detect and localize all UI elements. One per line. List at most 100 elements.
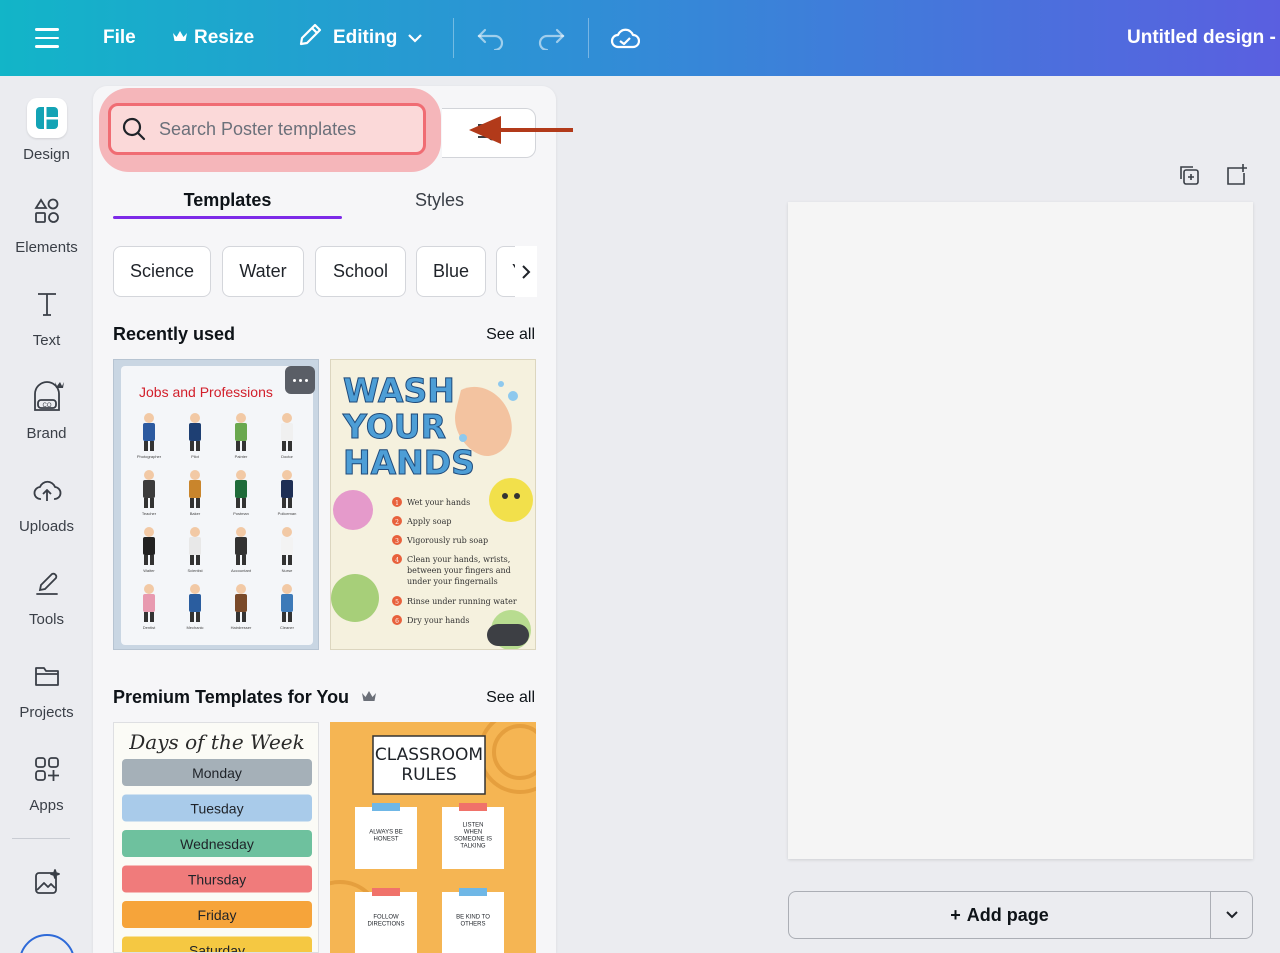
svg-text:HANDS: HANDS: [343, 443, 475, 482]
editing-mode-dropdown[interactable]: Editing: [297, 0, 423, 76]
day-row: Tuesday: [122, 794, 312, 822]
sidebar-item-label: Projects: [19, 704, 74, 721]
sidebar-item-label: Brand: [26, 425, 67, 442]
design-icon: [26, 98, 67, 138]
see-all-link[interactable]: See all: [486, 326, 535, 344]
sidebar-item-apps[interactable]: Apps: [0, 749, 93, 814]
step-text: Dry your hands: [407, 616, 469, 625]
file-menu[interactable]: File: [103, 0, 136, 76]
sidebar-item-brand[interactable]: CO Brand: [0, 377, 93, 442]
step-text: Vigorously rub soap: [406, 536, 488, 545]
apps-icon: [27, 749, 67, 789]
step-text: Wet your hands: [407, 498, 470, 507]
step-number: 3: [395, 538, 399, 545]
svg-text:YOUR: YOUR: [342, 407, 446, 446]
job-label: Doctor: [281, 454, 293, 459]
jobs-poster-artwork: Jobs and Professions Photographer Pilot Pa…: [121, 366, 313, 645]
menu-icon[interactable]: [34, 0, 60, 76]
svg-text:WASH: WASH: [343, 371, 455, 410]
sidebar-item-magic-media[interactable]: [0, 862, 93, 902]
sidebar-item-projects[interactable]: Projects: [0, 656, 93, 721]
document-title[interactable]: Untitled design - I: [1127, 0, 1280, 76]
premium-templates-header: Premium Templates for You See all: [113, 687, 535, 711]
pencil-icon: [297, 22, 323, 54]
avatar[interactable]: [19, 934, 75, 953]
wash-step: 3 Vigorously rub soap: [392, 535, 488, 545]
left-sidebar: Design Elements Text CO Brand Uploads To…: [0, 76, 93, 953]
resize-button[interactable]: Resize: [172, 0, 254, 76]
add-new-page-icon[interactable]: [1224, 163, 1248, 187]
svg-text:Jobs and Professions: Jobs and Professions: [139, 384, 273, 400]
step-text: Apply soap: [406, 517, 451, 526]
day-label: Tuesday: [190, 801, 243, 817]
step-text: Rinse under running water: [407, 597, 517, 606]
chevron-down-icon: [1225, 906, 1239, 924]
job-label: Scientist: [187, 568, 203, 573]
redo-icon[interactable]: [536, 0, 566, 76]
sidebar-item-label: Text: [32, 332, 61, 349]
svg-text:Days of the Week: Days of the Week: [128, 730, 305, 754]
annotation-arrow: [469, 116, 573, 144]
job-label: Teacher: [142, 511, 157, 516]
step-number: 2: [395, 519, 399, 526]
template-wash-your-hands[interactable]: WASH YOUR HANDS 1 Wet your hands 2 Apply so…: [330, 359, 536, 650]
step-number: 1: [395, 500, 399, 507]
template-jobs-and-professions[interactable]: Jobs and Professions Photographer Pilot Pa…: [113, 359, 319, 650]
day-row: Saturday: [122, 936, 312, 953]
sidebar-item-uploads[interactable]: Uploads: [0, 470, 93, 535]
search-input[interactable]: [159, 118, 409, 140]
wash-step: 5 Rinse under running water: [392, 596, 517, 606]
chip-science[interactable]: Science: [113, 246, 211, 297]
section-title-text: Premium Templates for You: [113, 687, 350, 707]
rule-text: ALWAYS BE HONEST: [369, 830, 403, 843]
duplicate-page-icon[interactable]: [1177, 163, 1201, 187]
day-label: Saturday: [189, 943, 245, 953]
top-toolbar: File Resize Editing Untitled design - I: [0, 0, 1280, 76]
step-number: 6: [395, 618, 399, 625]
resize-label: Resize: [194, 27, 255, 48]
section-title: Recently used: [113, 324, 236, 344]
see-all-link[interactable]: See all: [486, 689, 535, 707]
svg-text:RULES: RULES: [401, 765, 456, 785]
rule-note: LISTEN WHEN SOMEONE IS TALKING: [442, 803, 504, 869]
step-number: 5: [395, 599, 399, 606]
chevron-down-icon: [407, 27, 423, 49]
sidebar-item-elements[interactable]: Elements: [0, 191, 93, 256]
sidebar-divider: [12, 838, 70, 839]
more-options-button[interactable]: [285, 366, 315, 394]
design-canvas-page[interactable]: [788, 202, 1253, 859]
cloud-saved-icon[interactable]: [610, 0, 640, 76]
tab-styles[interactable]: Styles: [342, 180, 537, 220]
days-poster-artwork: Days of the Week Monday Tuesday Wednesday T…: [114, 723, 318, 953]
job-label: Waiter: [143, 568, 155, 573]
svg-text:CO: CO: [42, 403, 51, 409]
rule-text: BE KIND TO OTHERS: [456, 915, 490, 928]
chevron-right-icon[interactable]: [515, 246, 537, 297]
editing-label: Editing: [333, 27, 398, 48]
undo-icon[interactable]: [476, 0, 506, 76]
job-label: Photographer: [137, 454, 162, 459]
brand-icon: CO: [27, 377, 67, 417]
day-label: Thursday: [188, 872, 246, 888]
keyword-chips: Science Water School Blue Ye: [113, 246, 537, 298]
chip-blue[interactable]: Blue: [416, 246, 486, 297]
sidebar-item-label: Apps: [29, 797, 64, 814]
sidebar-item-label: Elements: [15, 239, 78, 256]
recently-used-header: Recently used See all: [113, 324, 535, 348]
template-classroom-rules[interactable]: CLASSROOM RULES ALWAYS BE HONEST LISTEN WHE…: [330, 722, 536, 953]
day-row: Wednesday: [122, 830, 312, 857]
day-row: Thursday: [122, 865, 312, 893]
template-days-of-the-week[interactable]: Days of the Week Monday Tuesday Wednesday T…: [113, 722, 319, 953]
search-field[interactable]: [108, 103, 426, 155]
chip-school[interactable]: School: [315, 246, 406, 297]
sidebar-item-text[interactable]: Text: [0, 284, 93, 349]
step-text: Clean your hands, wrists, between your fi…: [407, 555, 511, 586]
chip-water[interactable]: Water: [222, 246, 304, 297]
sidebar-item-tools[interactable]: Tools: [0, 563, 93, 628]
add-page-options-button[interactable]: [1210, 891, 1253, 939]
wash-hands-poster-artwork: WASH YOUR HANDS 1 Wet your hands 2 Apply so…: [331, 360, 535, 649]
add-page-button[interactable]: + Add page: [788, 891, 1211, 939]
wash-step: 4 Clean your hands, wrists, between your f…: [392, 554, 511, 586]
sidebar-item-design[interactable]: Design: [0, 98, 93, 163]
tab-templates[interactable]: Templates: [113, 180, 342, 220]
